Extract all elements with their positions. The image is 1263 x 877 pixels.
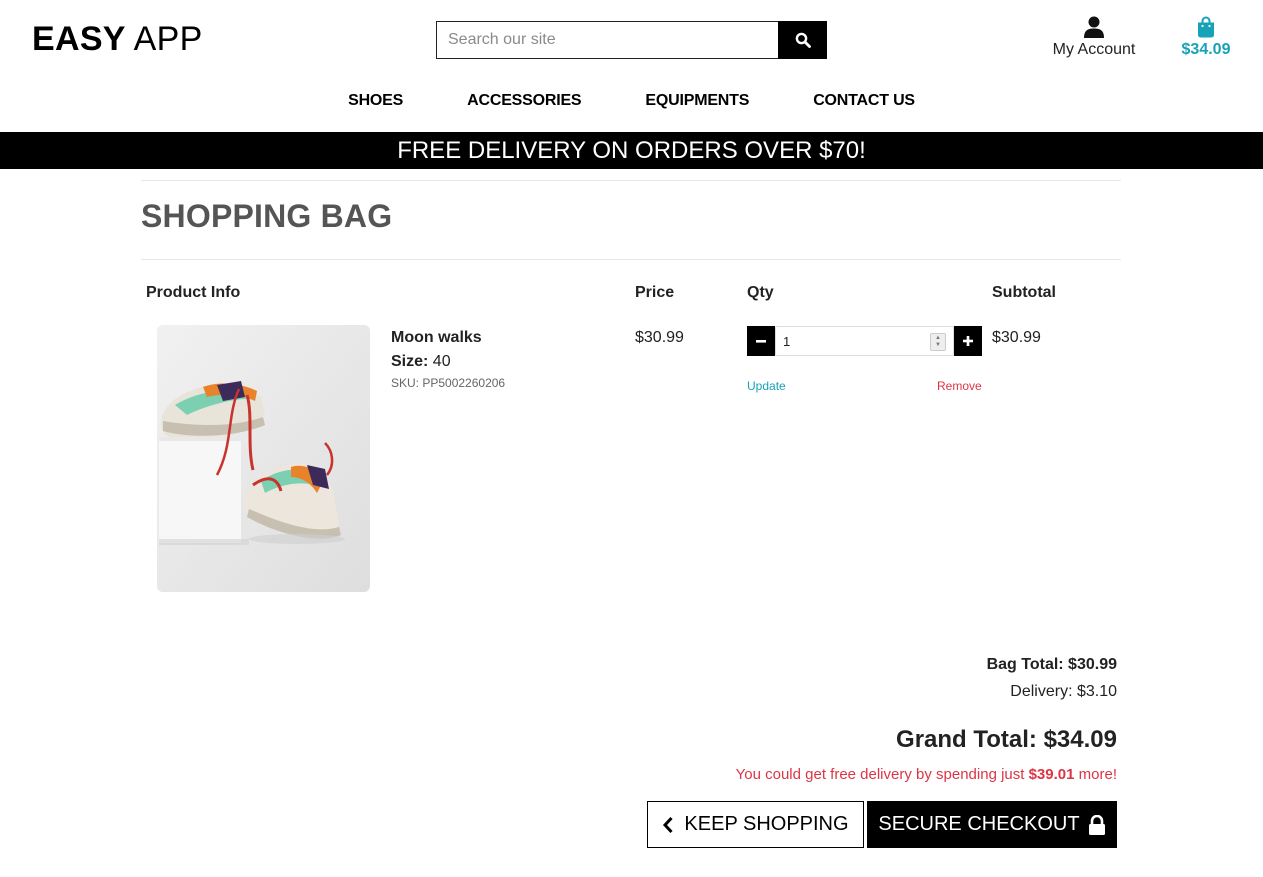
header-product-info: Product Info [146,284,241,301]
my-account-link[interactable]: My Account [1042,16,1146,59]
keep-shopping-label: KEEP SHOPPING [684,813,849,835]
header-price: Price [635,284,675,301]
logo-bold-text: EASY [32,20,126,58]
bag-total: Bag Total: $30.99 [986,656,1117,673]
user-icon [1084,16,1104,38]
bag-total-label: $34.09 [1181,41,1231,58]
nav-item-shoes[interactable]: SHOES [316,92,435,110]
free-msg-after: more! [1074,766,1117,783]
minus-icon [756,340,766,343]
header-qty: Qty [747,284,774,301]
delivery-cost: Delivery: $3.10 [1010,683,1117,700]
qty-increment-button[interactable] [954,326,982,356]
product-sku: SKU: PP5002260206 [391,376,506,390]
divider [141,180,1121,181]
lock-icon [1088,814,1105,835]
product-size: Size: 40 [391,353,451,371]
secure-checkout-label: SECURE CHECKOUT [878,813,1080,835]
search-icon [795,32,811,48]
plus-icon [963,336,973,346]
remove-link[interactable]: Remove [937,379,982,393]
product-image [157,325,370,592]
main-nav: SHOES ACCESSORIES EQUIPMENTS CONTACT US [0,92,1263,110]
keep-shopping-button[interactable]: KEEP SHOPPING [647,801,864,848]
qty-decrement-button[interactable] [747,326,775,356]
product-price: $30.99 [635,329,684,346]
search-form [436,21,827,59]
product-subtotal: $30.99 [992,329,1041,346]
free-msg-before: You could get free delivery by spending … [735,766,1029,783]
shopping-bag-link[interactable]: $34.09 [1170,16,1242,59]
shopping-bag-icon [1198,16,1214,38]
free-msg-amount: $39.01 [1028,766,1075,783]
nav-item-accessories[interactable]: ACCESSORIES [435,92,613,110]
my-account-label: My Account [1052,41,1136,58]
page-title: SHOPPING BAG [141,198,393,234]
nav-item-contact-us[interactable]: CONTACT US [781,92,947,110]
nav-item-equipments[interactable]: EQUIPMENTS [613,92,781,110]
product-size-label: Size: [391,353,429,370]
qty-input[interactable]: 1 ▲ ▼ [775,326,954,356]
header-subtotal: Subtotal [992,284,1056,301]
search-button[interactable] [778,21,827,59]
chevron-left-icon [663,816,674,833]
logo-rest-text: APP [125,20,203,58]
secure-checkout-button[interactable]: SECURE CHECKOUT [867,801,1117,848]
qty-value: 1 [783,334,791,349]
divider [141,259,1121,260]
free-delivery-banner: FREE DELIVERY ON ORDERS OVER $70! [0,132,1263,169]
product-size-value: 40 [432,353,451,370]
site-logo[interactable]: EASY APP [32,20,203,59]
qty-spinner[interactable]: ▲ ▼ [930,333,946,351]
grand-total: Grand Total: $34.09 [896,726,1117,753]
search-input[interactable] [436,21,778,59]
update-link[interactable]: Update [747,379,786,393]
free-delivery-message: You could get free delivery by spending … [736,766,1117,783]
product-name[interactable]: Moon walks [391,329,482,347]
